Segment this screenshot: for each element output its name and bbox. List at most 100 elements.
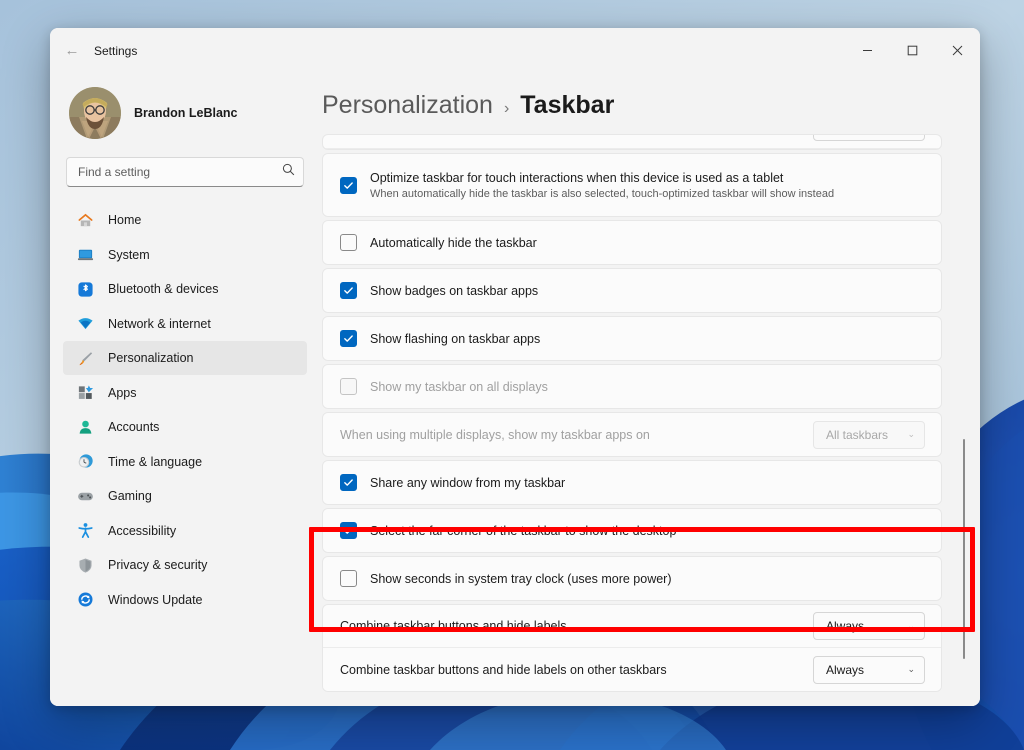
settings-card-show-seconds: Show seconds in system tray clock (uses …	[322, 556, 942, 601]
sidebar-item-windows-update[interactable]: Windows Update	[63, 583, 307, 617]
row-label: Optimize taskbar for touch interactions …	[370, 170, 784, 185]
table-row: Show my taskbar on all displays	[323, 365, 941, 408]
avatar-photo	[69, 87, 121, 139]
time-language-icon	[76, 453, 94, 471]
show-taskbar-all-displays-checkbox	[340, 378, 357, 395]
chevron-down-icon: ⌄	[907, 664, 915, 674]
sidebar-item-home[interactable]: Home	[63, 203, 307, 237]
table-row[interactable]: Show seconds in system tray clock (uses …	[323, 557, 941, 600]
show-badges-checkbox[interactable]	[340, 282, 357, 299]
sidebar-item-label: Privacy & security	[108, 558, 208, 572]
checkmark-icon	[344, 479, 353, 486]
maximize-icon	[907, 45, 918, 56]
dropdown-value: All taskbars	[826, 427, 889, 442]
table-row[interactable]: Taskbar alignment Center ⌄	[323, 135, 941, 149]
breadcrumb: Personalization › Taskbar	[322, 73, 980, 134]
sidebar-item-accessibility[interactable]: Accessibility	[63, 514, 307, 548]
share-any-window-checkbox[interactable]	[340, 474, 357, 491]
scrollbar-thumb[interactable]	[963, 439, 965, 659]
table-row[interactable]: Automatically hide the taskbar	[323, 221, 941, 264]
far-corner-show-desktop-checkbox[interactable]	[340, 522, 357, 539]
sidebar-item-label: Bluetooth & devices	[108, 282, 219, 296]
row-label: Show my taskbar on all displays	[370, 379, 548, 394]
sidebar-item-label: Windows Update	[108, 592, 203, 607]
sidebar-item-accounts[interactable]: Accounts	[63, 410, 307, 444]
content-scrollbar[interactable]	[958, 134, 970, 706]
chevron-down-icon: ⌄	[907, 620, 915, 631]
accounts-icon	[76, 418, 94, 436]
combine-taskbar-buttons-dropdown[interactable]: Always ⌄	[813, 612, 925, 640]
checkmark-icon	[344, 287, 353, 294]
system-icon	[76, 246, 94, 264]
optimize-touch-checkbox[interactable]	[340, 176, 357, 194]
breadcrumb-parent-link[interactable]: Personalization	[322, 91, 493, 120]
sidebar-item-label: Accessibility	[108, 523, 177, 538]
settings-card-flashing: Show flashing on taskbar apps	[322, 316, 942, 361]
sidebar-item-privacy-security[interactable]: Privacy & security	[63, 548, 307, 582]
row-label: Automatically hide the taskbar	[370, 235, 537, 250]
table-row[interactable]: Combine taskbar buttons and hide labels …	[323, 648, 941, 691]
sidebar-item-bluetooth-devices[interactable]: Bluetooth & devices	[63, 272, 307, 306]
search-input[interactable]	[66, 157, 304, 187]
close-button[interactable]	[935, 28, 980, 73]
sidebar-item-label: Personalization	[108, 351, 194, 365]
checkmark-icon	[344, 527, 353, 534]
network-icon	[76, 315, 94, 333]
privacy-security-icon	[76, 556, 94, 574]
row-label: When using multiple displays, show my ta…	[340, 427, 650, 442]
table-row[interactable]: Select the far corner of the taskbar to …	[323, 509, 941, 552]
sidebar-item-time-language[interactable]: Time & language	[63, 445, 307, 479]
maximize-button[interactable]	[890, 28, 935, 73]
user-name: Brandon LeBlanc	[134, 106, 238, 120]
settings-card-badges: Show badges on taskbar apps	[322, 268, 942, 313]
table-row[interactable]: Optimize taskbar for touch interactions …	[323, 154, 941, 216]
row-label: Combine taskbar buttons and hide labels …	[340, 662, 667, 677]
sidebar-item-system[interactable]: System	[63, 238, 307, 272]
table-row: When using multiple displays, show my ta…	[323, 413, 941, 456]
sidebar-item-label: System	[108, 247, 150, 262]
settings-card-far-corner: Select the far corner of the taskbar to …	[322, 508, 942, 553]
avatar	[69, 87, 121, 139]
table-row[interactable]: Share any window from my taskbar	[323, 461, 941, 504]
table-row[interactable]: Combine taskbar buttons and hide labels …	[323, 605, 941, 648]
app-title: Settings	[94, 43, 138, 58]
show-flashing-checkbox[interactable]	[340, 330, 357, 347]
sidebar: Brandon LeBlanc Find a setting Home Syst…	[50, 73, 320, 706]
settings-card-multiple-displays: When using multiple displays, show my ta…	[322, 412, 942, 457]
sidebar-item-gaming[interactable]: Gaming	[63, 479, 307, 513]
sidebar-item-personalization[interactable]: Personalization	[63, 341, 307, 375]
windows-update-icon	[76, 591, 94, 609]
chevron-down-icon: ⌄	[907, 429, 915, 439]
sidebar-item-label: Gaming	[108, 489, 152, 503]
apps-icon	[76, 384, 94, 402]
minimize-icon	[863, 50, 872, 51]
auto-hide-taskbar-checkbox[interactable]	[340, 234, 357, 251]
row-label: Show badges on taskbar apps	[370, 283, 539, 298]
bluetooth-icon	[76, 280, 94, 298]
sidebar-item-network-internet[interactable]: Network & internet	[63, 307, 307, 341]
chevron-right-icon: ›	[503, 100, 510, 117]
table-row[interactable]: Show badges on taskbar apps	[323, 269, 941, 312]
sidebar-item-apps[interactable]: Apps	[63, 376, 307, 410]
sidebar-item-label: Accounts	[108, 420, 160, 434]
row-label: Show flashing on taskbar apps	[370, 331, 541, 346]
row-label: Combine taskbar buttons and hide labels	[340, 619, 567, 633]
row-label: Show seconds in system tray clock (uses …	[370, 571, 672, 586]
dropdown-value: Always	[826, 619, 865, 633]
taskbar-alignment-dropdown[interactable]: Center ⌄	[813, 135, 925, 141]
combine-taskbar-buttons-other-dropdown[interactable]: Always ⌄	[813, 655, 925, 684]
sidebar-item-label: Home	[108, 213, 142, 227]
user-profile[interactable]: Brandon LeBlanc	[63, 73, 307, 157]
table-row[interactable]: Show flashing on taskbar apps	[323, 317, 941, 360]
window-title-bar: ← Settings	[50, 28, 980, 73]
back-button[interactable]: ←	[56, 35, 88, 67]
checkmark-icon	[344, 181, 353, 189]
show-seconds-checkbox[interactable]	[340, 570, 357, 587]
minimize-button[interactable]	[845, 28, 890, 73]
row-label: Share any window from my taskbar	[370, 475, 566, 490]
dropdown-value: Always	[826, 662, 865, 677]
accessibility-icon	[76, 522, 94, 540]
page-title: Taskbar	[520, 91, 615, 119]
home-icon	[76, 211, 94, 229]
sidebar-nav: Home System Bluetooth & devices Network …	[63, 203, 307, 706]
